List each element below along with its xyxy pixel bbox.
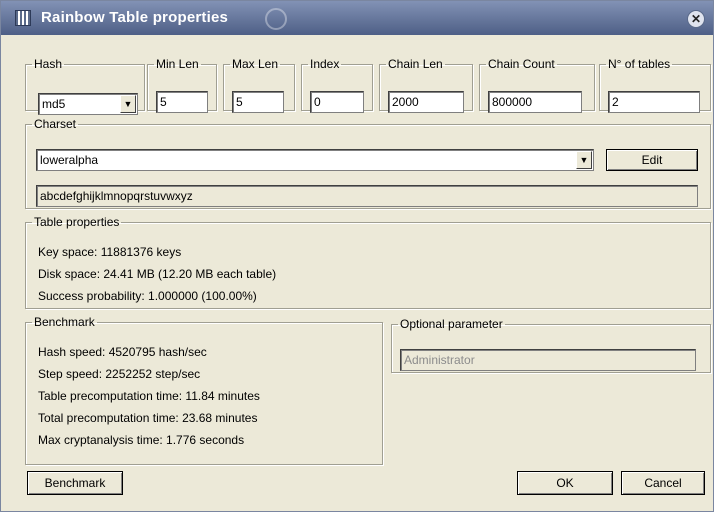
table-precomputation-text: Table precomputation time: 11.84 minutes [38,389,260,403]
min-len-label: Min Len [156,57,199,71]
title-bar: Rainbow Table properties ✕ [1,1,713,35]
step-speed-text: Step speed: 2252252 step/sec [38,367,201,381]
optional-parameter-input: Administrator [400,349,696,371]
num-tables-group: N° of tables 2 [599,57,711,113]
benchmark-label: Benchmark [34,315,95,329]
num-tables-label: N° of tables [608,57,671,71]
ok-button[interactable]: OK [517,471,613,495]
key-space-text: Key space: 11881376 keys [38,245,182,259]
chain-len-input[interactable]: 2000 [388,91,464,113]
max-len-input[interactable]: 5 [232,91,284,113]
swirl-logo-icon [265,8,287,30]
max-len-group: Max Len 5 [223,57,295,113]
cancel-button[interactable]: Cancel [621,471,705,495]
index-label: Index [310,57,340,71]
min-len-group: Min Len 5 [147,57,217,113]
num-tables-input[interactable]: 2 [608,91,700,113]
window-title: Rainbow Table properties [41,9,229,26]
edit-charset-button[interactable]: Edit [606,149,698,171]
chevron-down-icon[interactable]: ▼ [576,151,592,169]
index-group: Index 0 [301,57,373,113]
table-properties-label: Table properties [34,215,120,229]
charset-characters-field: abcdefghijklmnopqrstuvwxyz [36,185,698,207]
hash-select[interactable]: md5 ▼ [38,93,138,115]
success-probability-text: Success probability: 1.000000 (100.00%) [38,289,257,303]
benchmark-button[interactable]: Benchmark [27,471,123,495]
chain-len-group: Chain Len 2000 [379,57,473,113]
charset-group: Charset loweralpha ▼ Edit abcdefghijklmn… [25,117,711,209]
max-len-label: Max Len [232,57,279,71]
max-cryptanalysis-text: Max cryptanalysis time: 1.776 seconds [38,433,245,447]
table-icon [15,10,31,26]
hash-label: Hash [34,57,63,71]
optional-parameter-group: Optional parameter Administrator [391,317,711,373]
charset-value: loweralpha [40,153,99,167]
min-len-input[interactable]: 5 [156,91,208,113]
table-properties-group: Table properties Key space: 11881376 key… [25,215,711,309]
chain-len-label: Chain Len [388,57,443,71]
hash-speed-text: Hash speed: 4520795 hash/sec [38,345,207,359]
index-input[interactable]: 0 [310,91,364,113]
chevron-down-icon[interactable]: ▼ [120,95,136,113]
benchmark-group: Benchmark Hash speed: 4520795 hash/sec S… [25,315,383,465]
close-icon[interactable]: ✕ [687,10,705,28]
charset-label: Charset [34,117,77,131]
chain-count-label: Chain Count [488,57,555,71]
chain-count-group: Chain Count 800000 [479,57,595,113]
rainbow-table-dialog: Rainbow Table properties ✕ Hash md5 ▼ Mi… [0,0,714,512]
hash-group: Hash md5 ▼ [25,57,145,115]
disk-space-text: Disk space: 24.41 MB (12.20 MB each tabl… [38,267,277,281]
total-precomputation-text: Total precomputation time: 23.68 minutes [38,411,258,425]
hash-value: md5 [42,97,66,111]
charset-select[interactable]: loweralpha ▼ [36,149,594,171]
optional-parameter-label: Optional parameter [400,317,503,331]
chain-count-input[interactable]: 800000 [488,91,582,113]
